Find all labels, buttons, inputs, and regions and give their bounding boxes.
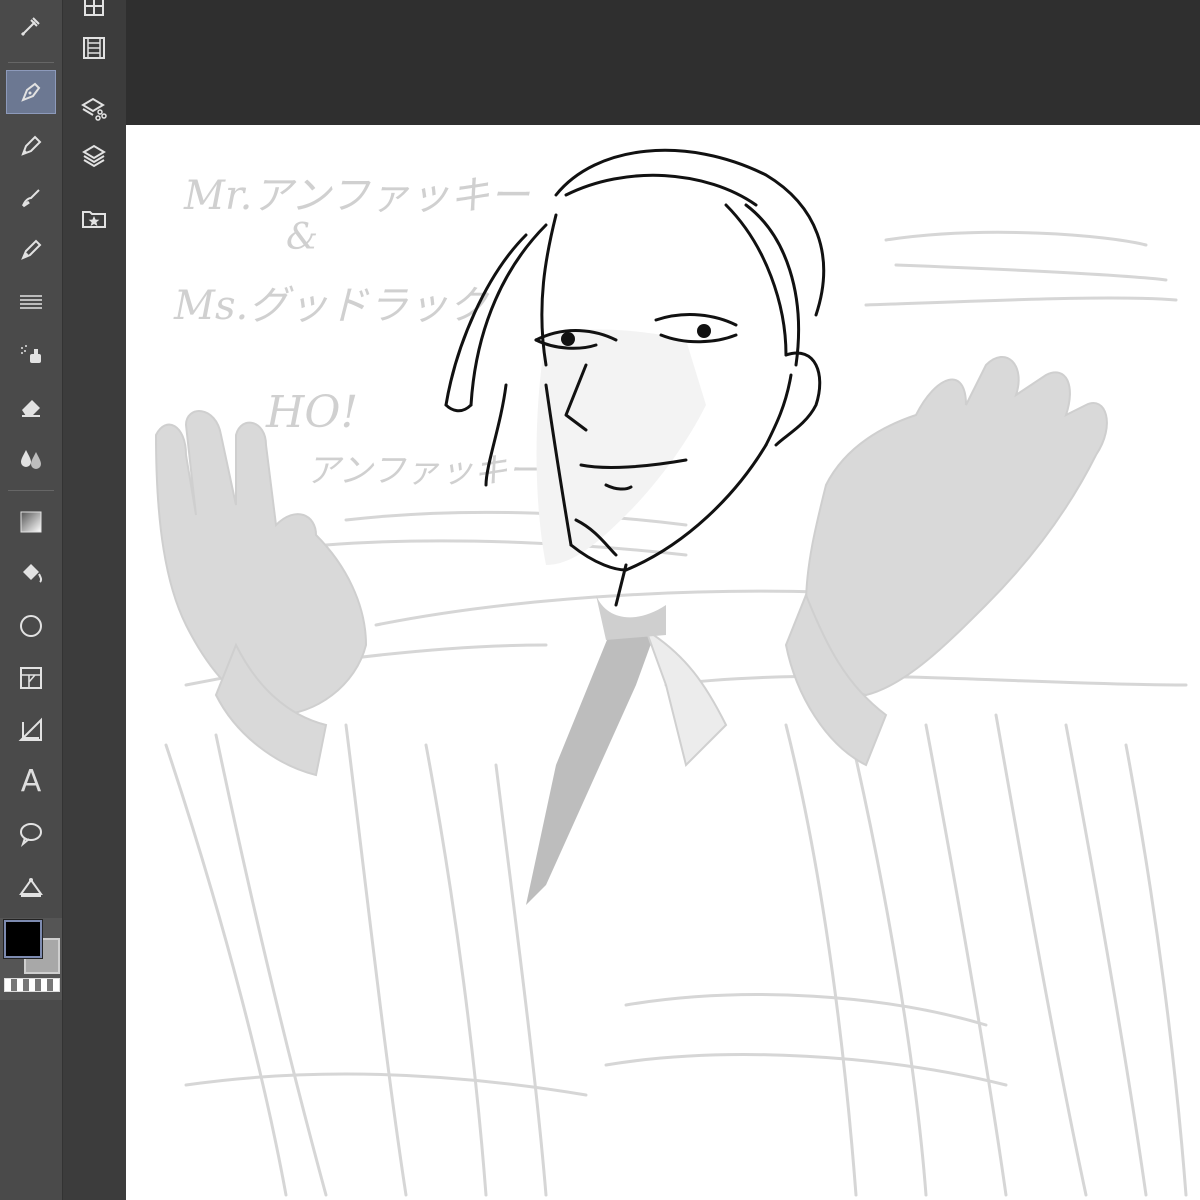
artwork bbox=[154, 148, 1188, 1197]
ruler-tool-button[interactable] bbox=[6, 708, 56, 752]
layers-button[interactable] bbox=[74, 136, 114, 176]
pencil-tool-button[interactable] bbox=[6, 124, 56, 168]
speech-balloon-icon bbox=[17, 820, 45, 848]
frame-tool-button[interactable] bbox=[6, 656, 56, 700]
correct-line-icon bbox=[17, 872, 45, 900]
transparent-color-swatch[interactable] bbox=[4, 978, 60, 992]
canvas-top-area bbox=[126, 0, 1200, 125]
eyedropper-tool-button[interactable] bbox=[6, 4, 56, 48]
text-icon-glyph: A bbox=[20, 764, 42, 799]
text-tool-button[interactable]: A bbox=[6, 760, 56, 804]
layers-icon bbox=[80, 142, 108, 170]
bucket-icon bbox=[17, 560, 45, 588]
pen-tool-button[interactable] bbox=[6, 70, 56, 114]
pencil-icon bbox=[17, 132, 45, 160]
gradient-tool-button[interactable] bbox=[6, 500, 56, 544]
airbrush-icon bbox=[17, 340, 45, 368]
decoration-tool-button[interactable] bbox=[6, 280, 56, 324]
eraser-icon bbox=[17, 392, 45, 420]
sub-palette bbox=[62, 0, 127, 1200]
frame-icon bbox=[17, 664, 45, 692]
main-color-swatch[interactable] bbox=[4, 920, 42, 958]
brush-icon bbox=[17, 184, 45, 212]
pen-nib-icon bbox=[17, 78, 45, 106]
drawing-canvas[interactable]: Mr.アンファッキー & Ms.グッドラック HO! アンファッキー bbox=[126, 125, 1200, 1200]
grid-button[interactable] bbox=[74, 0, 114, 26]
blend-tool-button[interactable] bbox=[6, 436, 56, 480]
film-icon bbox=[80, 34, 108, 62]
circle-icon bbox=[17, 612, 45, 640]
text-icon: A bbox=[21, 767, 42, 797]
brush-tool-button[interactable] bbox=[6, 176, 56, 220]
eraser-tool-button[interactable] bbox=[6, 384, 56, 428]
animation-button[interactable] bbox=[74, 28, 114, 68]
color-panel bbox=[0, 918, 62, 1000]
airbrush-tool-button[interactable] bbox=[6, 332, 56, 376]
eyedropper-icon bbox=[17, 12, 45, 40]
lines-icon bbox=[17, 288, 45, 316]
materials-button[interactable] bbox=[74, 198, 114, 238]
grid-icon bbox=[80, 0, 108, 20]
blend-drops-icon bbox=[17, 444, 45, 472]
fill-tool-button[interactable] bbox=[6, 552, 56, 596]
balloon-tool-button[interactable] bbox=[6, 812, 56, 856]
ruler-icon bbox=[17, 716, 45, 744]
correct-line-tool-button[interactable] bbox=[6, 864, 56, 908]
tool-separator bbox=[8, 62, 54, 63]
star-folder-icon bbox=[80, 204, 108, 232]
marker-icon bbox=[17, 236, 45, 264]
figure-tool-button[interactable] bbox=[6, 604, 56, 648]
layer-properties-icon bbox=[80, 94, 108, 122]
gradient-icon bbox=[17, 508, 45, 536]
tool-separator bbox=[8, 490, 54, 491]
layer-properties-button[interactable] bbox=[74, 88, 114, 128]
marker-tool-button[interactable] bbox=[6, 228, 56, 272]
